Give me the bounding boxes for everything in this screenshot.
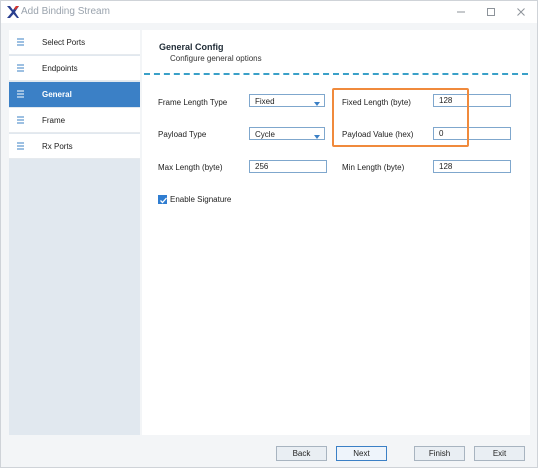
min-length-input[interactable] — [433, 160, 511, 173]
section-divider — [144, 73, 528, 75]
list-icon — [17, 142, 24, 150]
sidebar-item-rx-ports[interactable]: Rx Ports — [9, 134, 140, 159]
sidebar-item-endpoints[interactable]: Endpoints — [9, 56, 140, 81]
exit-button[interactable]: Exit — [474, 446, 525, 461]
enable-signature-checkbox[interactable] — [158, 195, 167, 204]
frame-length-type-select[interactable]: Fixed — [249, 94, 325, 107]
sidebar-item-frame[interactable]: Frame — [9, 108, 140, 133]
sidebar-item-general[interactable]: General — [9, 82, 140, 107]
min-length-label: Min Length (byte) — [342, 163, 405, 172]
add-binding-stream-window: Add Binding Stream Select Ports Endpoint… — [0, 0, 538, 468]
payload-type-select[interactable]: Cycle — [249, 127, 325, 140]
max-length-input[interactable] — [249, 160, 327, 173]
list-icon — [17, 38, 24, 46]
chevron-down-icon — [314, 132, 320, 139]
frame-length-type-label: Frame Length Type — [158, 98, 228, 107]
list-icon — [17, 64, 24, 72]
frame-length-type-value: Fixed — [255, 97, 275, 106]
checkmark-icon — [160, 197, 167, 204]
highlight-box — [332, 88, 469, 147]
chevron-down-icon — [314, 99, 320, 106]
sidebar-item-select-ports[interactable]: Select Ports — [9, 30, 140, 55]
minimize-icon[interactable] — [451, 4, 471, 20]
sidebar-item-label: Endpoints — [42, 64, 78, 73]
finish-button[interactable]: Finish — [414, 446, 465, 461]
page-title: General Config — [159, 42, 224, 52]
max-length-label: Max Length (byte) — [158, 163, 223, 172]
x-logo-icon — [6, 5, 20, 19]
list-icon — [17, 116, 24, 124]
page-subtitle: Configure general options — [170, 54, 262, 63]
sidebar: Select Ports Endpoints General Frame Rx … — [9, 30, 140, 435]
title-bar: Add Binding Stream — [1, 1, 537, 23]
list-icon — [17, 90, 24, 98]
maximize-icon[interactable] — [481, 4, 501, 20]
next-button[interactable]: Next — [336, 446, 387, 461]
close-icon[interactable] — [511, 4, 531, 20]
sidebar-item-label: Rx Ports — [42, 142, 73, 151]
enable-signature-label: Enable Signature — [170, 195, 232, 204]
back-button[interactable]: Back — [276, 446, 327, 461]
payload-type-value: Cycle — [255, 130, 276, 139]
sidebar-item-label: General — [42, 90, 72, 99]
general-config-panel: General Config Configure general options… — [142, 30, 530, 435]
sidebar-item-label: Select Ports — [42, 38, 86, 47]
payload-type-label: Payload Type — [158, 130, 207, 139]
window-title: Add Binding Stream — [21, 6, 110, 17]
sidebar-item-label: Frame — [42, 116, 66, 125]
